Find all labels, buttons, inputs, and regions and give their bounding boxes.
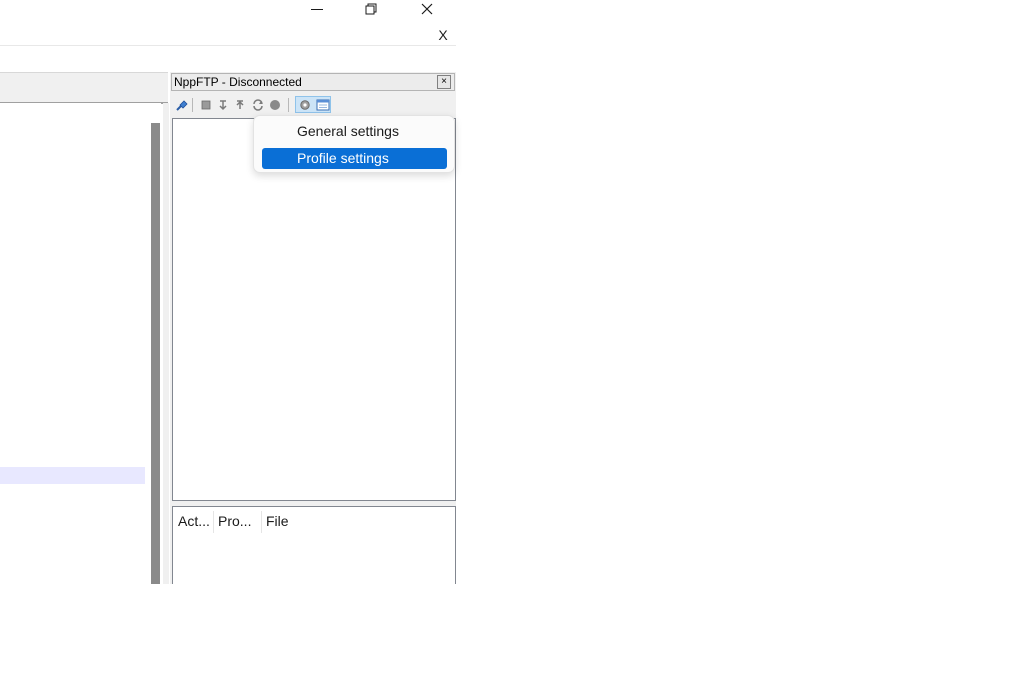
download-icon bbox=[219, 100, 227, 111]
settings-icon bbox=[300, 100, 310, 110]
menu-item-general-settings[interactable]: General settings bbox=[262, 121, 447, 142]
minimize-icon bbox=[311, 8, 323, 10]
connect-button[interactable] bbox=[176, 98, 188, 111]
message-window-button[interactable] bbox=[316, 98, 330, 111]
panel-splitter[interactable] bbox=[163, 103, 169, 584]
nppftp-title: NppFTP - Disconnected bbox=[174, 75, 302, 89]
settings-dropdown-menu: General settings Profile settings bbox=[253, 115, 455, 173]
restore-icon bbox=[365, 3, 377, 15]
abort-button[interactable] bbox=[269, 98, 281, 110]
message-window-icon bbox=[316, 99, 330, 111]
menu-item-profile-settings[interactable]: Profile settings bbox=[262, 148, 447, 169]
minimize-button[interactable] bbox=[297, 0, 337, 18]
close-tab-button[interactable]: X bbox=[433, 26, 453, 44]
disconnect-button[interactable] bbox=[200, 98, 212, 110]
close-icon bbox=[421, 3, 433, 15]
queue-column-progress[interactable]: Pro... bbox=[213, 507, 261, 533]
download-button[interactable] bbox=[217, 98, 229, 111]
toolbar-separator bbox=[288, 98, 289, 112]
transfer-queue: Act... Pro... File bbox=[172, 506, 456, 584]
settings-button[interactable] bbox=[299, 98, 311, 110]
abort-icon bbox=[270, 100, 280, 110]
refresh-icon bbox=[253, 99, 263, 111]
toolbar-separator bbox=[192, 98, 193, 112]
connect-icon bbox=[176, 100, 188, 111]
queue-column-file[interactable]: File bbox=[261, 507, 321, 533]
nppftp-toolbar bbox=[173, 95, 455, 115]
refresh-button[interactable] bbox=[252, 98, 264, 111]
editor-tab-bar bbox=[0, 72, 168, 104]
upload-button[interactable] bbox=[234, 98, 246, 110]
current-line-highlight bbox=[0, 467, 145, 484]
remote-file-tree[interactable] bbox=[172, 118, 456, 501]
upload-icon bbox=[236, 100, 244, 109]
close-button[interactable] bbox=[407, 0, 447, 18]
editor-area[interactable] bbox=[0, 103, 161, 584]
disconnect-icon bbox=[201, 100, 211, 110]
nppftp-title-bar: NppFTP - Disconnected × bbox=[171, 73, 455, 91]
panel-close-button[interactable]: × bbox=[437, 75, 451, 89]
restore-button[interactable] bbox=[351, 0, 391, 18]
header-divider bbox=[0, 45, 456, 46]
editor-scrollbar-thumb[interactable] bbox=[151, 123, 160, 584]
queue-column-action[interactable]: Act... bbox=[173, 507, 213, 533]
